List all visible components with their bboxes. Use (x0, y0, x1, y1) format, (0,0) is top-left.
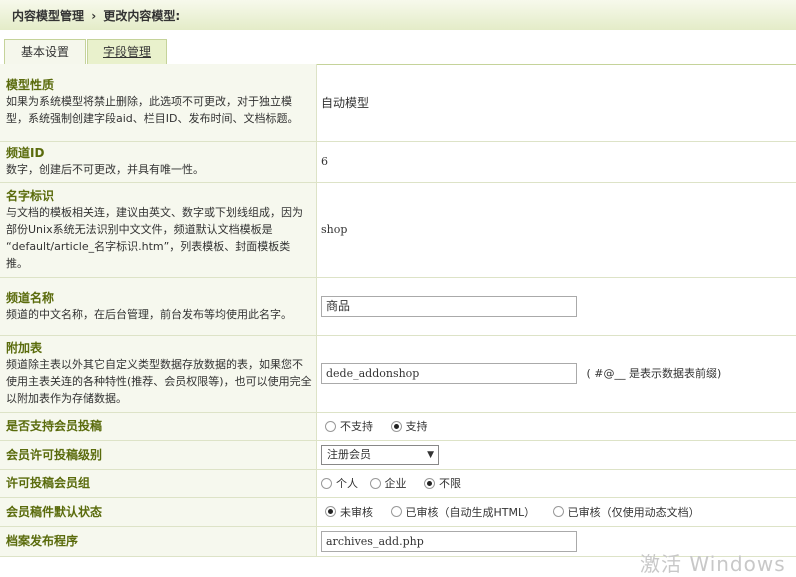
enterprise-label: 企业 (384, 477, 407, 490)
member-level-title: 会员许可投稿级别 (6, 447, 103, 462)
publish-program-title: 档案发布程序 (6, 534, 79, 548)
reviewed-dynamic-label: 已审核（仅使用动态文档） (567, 505, 700, 519)
member-level-selected: 注册会员 (327, 447, 371, 461)
tab-field-management[interactable]: 字段管理 (87, 39, 167, 64)
radio-enterprise[interactable] (369, 477, 381, 489)
radio-reviewed-html[interactable] (390, 506, 402, 517)
row-channel-id: 频道ID 数字，创建后不可更改，并具有唯一性。 6 (0, 141, 796, 183)
dropdown-arrow-icon: ▼ (427, 449, 434, 460)
row-member-default-status: 会员稿件默认状态 未审核 已审核（自动生成HTML） 已审核（仅使用动态文档） (0, 497, 796, 527)
publish-program-input[interactable]: archives_add.php (321, 530, 577, 552)
top-bar: 内容模型管理 › 更改内容模型: (0, 0, 796, 31)
radio-unreviewed[interactable] (325, 506, 336, 517)
row-member-group: 许可投稿会员组 个人 企业 不限 (0, 469, 796, 498)
member-default-status-title: 会员稿件默认状态 (6, 504, 103, 519)
model-type-title: 模型性质 (6, 78, 55, 93)
name-id-desc: 与文档的模板相关连，建议由英文、数字或下划线组成，因为部份Unix系统无法识别中… (6, 205, 303, 270)
support-label: 支持 (405, 420, 428, 433)
not-support-label: 不支持 (340, 420, 373, 433)
member-submit-title: 是否支持会员投稿 (6, 419, 103, 433)
addon-table-input[interactable]: dede_addonshop (321, 363, 577, 384)
channel-id-desc: 数字，创建后不可更改，并具有唯一性。 (6, 163, 204, 176)
tab-basic-settings[interactable]: 基本设置 (4, 39, 86, 64)
row-channel-name: 频道名称 频道的中文名称，在后台管理，前台发布等均使用此名字。 商品 (0, 277, 796, 336)
name-id-value: shop (321, 223, 348, 236)
row-addon-table: 附加表 频道除主表以外其它自定义类型数据存放数据的表，如果您不使用主表关连的各种… (0, 335, 796, 413)
unreviewed-label: 未审核 (340, 505, 373, 519)
activate-windows-watermark: 激活 Windows (640, 552, 786, 576)
channel-id-title: 频道ID (6, 146, 45, 160)
radio-support[interactable] (390, 420, 402, 432)
channel-name-input[interactable]: 商品 (321, 295, 577, 317)
breadcrumb-root[interactable]: 内容模型管理 (12, 9, 84, 23)
unlimited-label: 不限 (439, 477, 461, 490)
member-group-title: 许可投稿会员组 (6, 476, 91, 490)
row-model-type: 模型性质 如果为系统模型将禁止删除，此选项不可更改，对于独立模型，系统强制创建字… (0, 64, 796, 142)
tab-bar: 基本设置 字段管理 (0, 30, 796, 65)
breadcrumb-separator: › (91, 9, 97, 23)
addon-table-desc: 频道除主表以外其它自定义类型数据存放数据的表，如果您不使用主表关连的各种特性(推… (6, 358, 312, 405)
addon-table-note: ( #@__ 是表示数据表前缀) (586, 366, 722, 380)
row-member-level: 会员许可投稿级别 注册会员 ▼ (0, 440, 796, 470)
row-name-id: 名字标识 与文档的模板相关连，建议由英文、数字或下划线组成，因为部份Unix系统… (0, 182, 796, 278)
channel-name-desc: 频道的中文名称，在后台管理，前台发布等均使用此名字。 (6, 307, 292, 321)
model-type-value: 自动模型 (321, 95, 370, 110)
addon-table-title: 附加表 (6, 341, 43, 355)
member-level-select[interactable]: 注册会员 ▼ (321, 444, 439, 465)
breadcrumb-current: 更改内容模型: (103, 9, 181, 23)
personal-label: 个人 (336, 477, 358, 490)
row-member-submit: 是否支持会员投稿 不支持 支持 (0, 412, 796, 441)
breadcrumb: 内容模型管理 › 更改内容模型: (12, 7, 180, 24)
radio-reviewed-dynamic[interactable] (552, 506, 564, 517)
model-form-table: 模型性质 如果为系统模型将禁止删除，此选项不可更改，对于独立模型，系统强制创建字… (0, 64, 796, 557)
radio-unlimited[interactable] (424, 477, 435, 489)
channel-id-value: 6 (321, 155, 328, 168)
name-id-title: 名字标识 (6, 188, 55, 203)
model-type-desc: 如果为系统模型将禁止删除，此选项不可更改，对于独立模型，系统强制创建字段aid、… (6, 95, 299, 126)
reviewed-html-label: 已审核（自动生成HTML） (405, 505, 536, 519)
channel-name-title: 频道名称 (6, 290, 55, 305)
radio-personal[interactable] (321, 477, 332, 489)
radio-not-support[interactable] (325, 420, 336, 432)
